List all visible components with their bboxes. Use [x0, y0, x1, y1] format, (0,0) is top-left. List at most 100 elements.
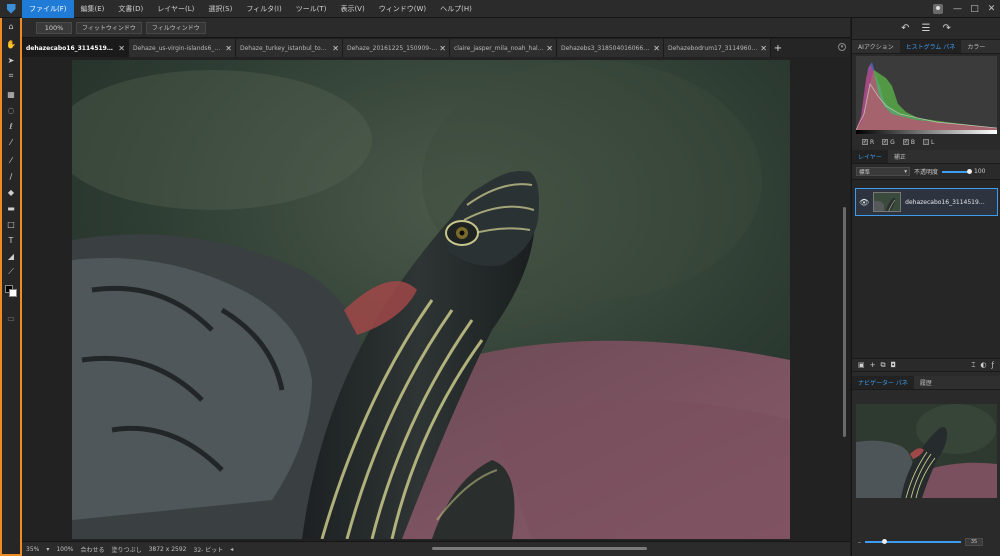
navigator-zoom-value[interactable]: 35	[965, 538, 983, 546]
channel-checkbox[interactable]: ✓ B	[902, 139, 915, 146]
horizontal-scrollbar[interactable]	[432, 547, 647, 550]
document-tab[interactable]: Dehaze_20161225_150909-edit…✕	[343, 39, 450, 57]
document-tab[interactable]: Dehazebodrum17_3114960735…✕	[664, 39, 771, 57]
fit-window-button[interactable]: フィットウィンドウ	[76, 21, 142, 34]
zoom-out-icon[interactable]: –	[858, 539, 861, 546]
close-tab-icon[interactable]: ✕	[653, 44, 660, 53]
healing-icon[interactable]: ▬	[2, 200, 20, 216]
menu-item[interactable]: レイヤー(L)	[150, 0, 201, 18]
menu-item[interactable]: 編集(E)	[74, 0, 112, 18]
visibility-eye-icon[interactable]: 👁	[859, 198, 869, 207]
tab-overflow-icon[interactable]: ▾	[838, 43, 846, 51]
status-arrow-icon[interactable]: ◂	[230, 546, 233, 553]
text-icon[interactable]: T	[2, 232, 20, 248]
menu-item[interactable]: フィルタ(I)	[239, 0, 288, 18]
lasso-icon[interactable]: ℓ	[2, 118, 20, 134]
opacity-value[interactable]: 100	[974, 168, 985, 175]
menu-item[interactable]: ツール(T)	[289, 0, 334, 18]
checkbox-icon[interactable]	[922, 139, 929, 145]
fill-window-button[interactable]: フィルウィンドウ	[145, 21, 206, 34]
app-logo-icon[interactable]	[0, 0, 22, 18]
document-canvas[interactable]	[72, 60, 790, 539]
panel-tab[interactable]: カラー	[961, 40, 991, 53]
duplicate-layer-icon[interactable]: ⧉	[881, 361, 886, 370]
minimize-button[interactable]: —	[949, 0, 966, 18]
menu-item[interactable]: 表示(V)	[333, 0, 371, 18]
channel-checkbox[interactable]: ✓ R	[862, 139, 874, 146]
new-tab-button[interactable]: +	[771, 39, 785, 57]
new-group-icon[interactable]: ▣	[858, 361, 865, 370]
checkbox-icon[interactable]: ✓	[902, 139, 909, 145]
canvas-area[interactable]	[22, 57, 850, 541]
undo-icon[interactable]: ↶	[901, 23, 909, 34]
panel-tab[interactable]: 履歴	[914, 376, 938, 389]
close-tab-icon[interactable]: ✕	[225, 44, 232, 53]
blend-mode-select[interactable]: 標準 ▾	[856, 167, 910, 176]
menu-item[interactable]: 文書(D)	[111, 0, 150, 18]
menu-item[interactable]: ウィンドウ(W)	[372, 0, 433, 18]
menu-item[interactable]: ファイル(F)	[22, 0, 74, 18]
document-tab[interactable]: claire_jasper_mila_noah_haley… ✕	[450, 39, 557, 57]
move-icon[interactable]: ➤	[2, 52, 20, 68]
close-button[interactable]: ✕	[983, 0, 1000, 18]
effects-icon[interactable]: ƒ	[992, 361, 994, 370]
channel-checkbox[interactable]: L	[922, 139, 934, 146]
history-list-icon[interactable]: ☰	[922, 23, 931, 34]
window-controls: — □ ✕	[933, 0, 1000, 18]
zoom-slider-knob[interactable]	[882, 539, 888, 544]
status-zoom-dropdown-icon[interactable]: ▾	[46, 546, 49, 553]
home-icon[interactable]: ⌂	[2, 18, 20, 34]
maximize-button[interactable]: □	[966, 0, 983, 18]
checkbox-icon[interactable]: ✓	[882, 139, 889, 145]
shape-icon[interactable]: □	[2, 216, 20, 232]
channel-checkbox[interactable]: ✓ G	[882, 139, 895, 146]
redo-icon[interactable]: ↷	[942, 23, 950, 34]
color-swatches[interactable]	[2, 282, 20, 302]
hand-icon[interactable]: ✋	[2, 36, 20, 52]
merge-icon[interactable]: ⌶	[971, 361, 975, 370]
close-tab-icon[interactable]: ✕	[439, 44, 446, 53]
crop-transform-icon[interactable]: ⌗	[2, 68, 20, 84]
panel-tab[interactable]: AIアクション	[852, 40, 900, 53]
mask-icon[interactable]: ◘	[891, 361, 897, 370]
add-layer-icon[interactable]: +	[870, 361, 876, 370]
adjustment-icon[interactable]: ◐	[980, 361, 986, 370]
document-tab[interactable]: Dehaze_turkey_istanbul_topkap…✕	[236, 39, 343, 57]
vertical-scrollbar[interactable]	[843, 207, 846, 437]
marquee-ellipse-icon[interactable]: ◌	[2, 102, 20, 118]
fill-bucket-icon[interactable]: ◆	[2, 184, 20, 200]
brush-icon[interactable]: ∕	[2, 168, 20, 184]
opacity-slider[interactable]	[942, 168, 973, 174]
panel-tab[interactable]: ナビゲーター パネ	[852, 376, 914, 389]
quick-mask-icon[interactable]: ▭	[2, 310, 20, 326]
navigator-zoom-slider[interactable]	[865, 539, 961, 544]
close-tab-icon[interactable]: ✕	[546, 44, 553, 53]
navigator-preview[interactable]	[856, 404, 997, 498]
magic-wand-icon[interactable]: ⁄	[2, 134, 20, 150]
status-fit[interactable]: 合わせる	[81, 545, 105, 554]
layer-row[interactable]: 👁 dehazecabo16_311451977314…	[855, 188, 998, 216]
account-icon[interactable]	[933, 4, 943, 14]
close-tab-icon[interactable]: ✕	[118, 44, 125, 53]
document-tab[interactable]: Dehazebs3_318504016066_o.jpe ✕	[557, 39, 664, 57]
panel-tab[interactable]: レイヤー	[852, 150, 888, 163]
menu-item[interactable]: 選択(S)	[201, 0, 239, 18]
panel-tab[interactable]: 補正	[888, 150, 912, 163]
panel-tab[interactable]: ヒストグラム パネ	[899, 40, 962, 53]
marquee-rect-icon[interactable]: ▦	[2, 86, 20, 102]
checkbox-icon[interactable]: ✓	[862, 139, 868, 145]
close-tab-icon[interactable]: ✕	[760, 44, 767, 53]
eyedropper-icon[interactable]: ⁄	[2, 152, 20, 168]
document-tab[interactable]: Dehaze_us-virgin-islands6_32… ✕	[129, 39, 236, 57]
zoom-field[interactable]: 100%	[36, 21, 72, 34]
status-fill[interactable]: 塗りつぶし	[112, 545, 142, 554]
background-color-swatch[interactable]	[9, 289, 17, 297]
status-zoom[interactable]: 35%	[26, 546, 39, 553]
status-view-zoom[interactable]: 100%	[56, 546, 73, 553]
eraser-icon[interactable]: ◢	[2, 248, 20, 264]
document-tab[interactable]: dehazecabo16_311451977… ✕	[22, 39, 129, 57]
close-tab-icon[interactable]: ✕	[332, 44, 339, 53]
line-icon[interactable]: ⟋	[2, 264, 20, 280]
tab-label: Dehazebodrum17_3114960735…	[668, 44, 759, 52]
menu-item[interactable]: ヘルプ(H)	[433, 0, 479, 18]
